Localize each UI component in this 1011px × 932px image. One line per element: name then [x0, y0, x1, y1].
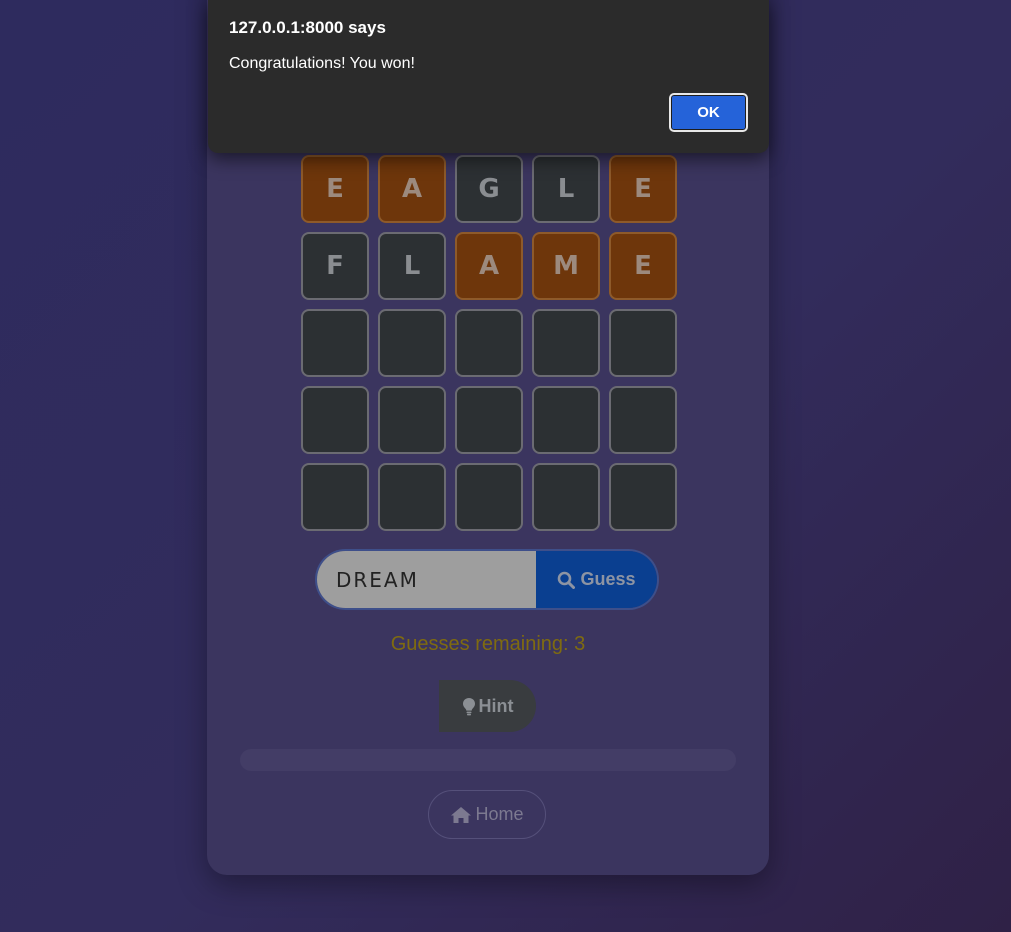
board-tile: [609, 309, 677, 377]
board-tile: [609, 463, 677, 531]
board-tile: L: [378, 232, 446, 300]
home-icon: [450, 806, 472, 824]
board-tile: [609, 386, 677, 454]
board-tile: [301, 386, 369, 454]
guess-button[interactable]: Guess: [536, 551, 657, 608]
board-tile: E: [609, 155, 677, 223]
board-tile: [532, 463, 600, 531]
alert-title: 127.0.0.1:8000 says: [229, 18, 386, 37]
guess-button-label: Guess: [580, 569, 636, 589]
hint-button[interactable]: Hint: [439, 680, 536, 732]
guesses-remaining: Guesses remaining: 3: [390, 633, 586, 655]
board-tile: [455, 309, 523, 377]
board-tile: [532, 386, 600, 454]
board-tile: A: [455, 232, 523, 300]
guess-input[interactable]: [317, 551, 536, 608]
board-tile: E: [301, 155, 369, 223]
game-board: EAGLEFLAME: [301, 155, 677, 531]
guess-form: Guess: [317, 551, 657, 608]
board-tile: [455, 463, 523, 531]
board-tile: [532, 309, 600, 377]
lightbulb-icon: [462, 697, 476, 716]
alert-ok-button[interactable]: OK: [669, 93, 748, 132]
board-tile: [378, 386, 446, 454]
board-tile: [378, 309, 446, 377]
board-tile: L: [532, 155, 600, 223]
alert-message: Congratulations! You won!: [229, 55, 415, 72]
board-tile: A: [378, 155, 446, 223]
board-tile: F: [301, 232, 369, 300]
progress-bar: [240, 749, 736, 771]
hint-button-label: Hint: [478, 695, 514, 716]
board-tile: [455, 386, 523, 454]
alert-dialog: 127.0.0.1:8000 says Congratulations! You…: [208, 0, 769, 153]
board-tile: M: [532, 232, 600, 300]
board-tile: [301, 463, 369, 531]
home-button[interactable]: Home: [428, 790, 546, 839]
board-tile: G: [455, 155, 523, 223]
home-button-label: Home: [475, 804, 524, 824]
board-tile: [301, 309, 369, 377]
board-tile: E: [609, 232, 677, 300]
board-tile: [378, 463, 446, 531]
search-icon: [557, 571, 576, 589]
